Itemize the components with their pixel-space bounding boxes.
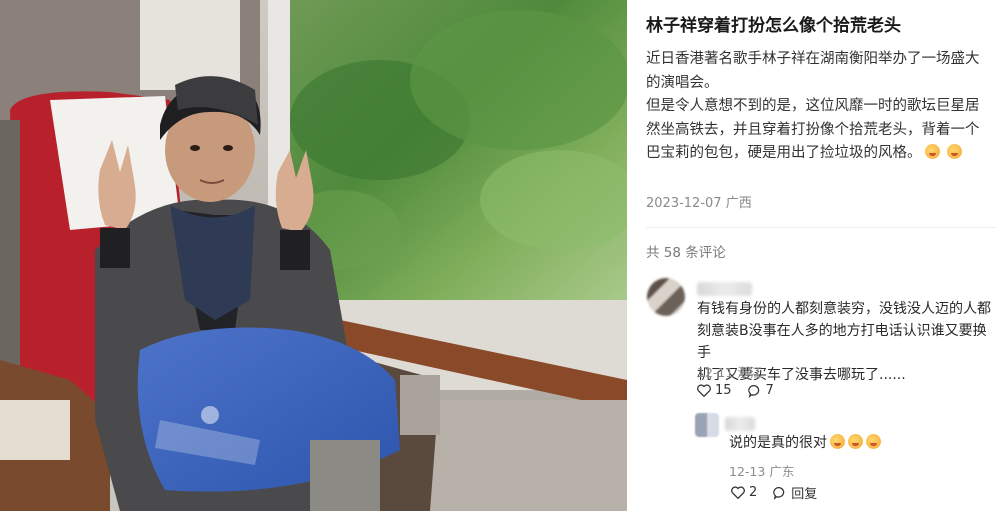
train-seat-photo [0,0,627,511]
comment-line: 刻意装B没事在人多的地方打电话认识谁又要换手 [697,323,987,361]
comment-bubble-icon [773,486,785,500]
post-date: 2023-12-07 [646,196,722,211]
like-button[interactable]: 2 [731,485,757,500]
comment-text: 说的是真的很对 [729,432,881,454]
post-photo[interactable] [0,0,627,511]
divider [646,227,996,228]
avatar[interactable] [647,278,685,316]
comment-actions: 15 7 [697,383,774,398]
post-body-paragraph-1: 近日香港著名歌手林子祥在湖南衡阳举办了一场盛大的演唱会。 [646,51,980,91]
comment-date: 12-13 [729,464,766,479]
crying-laughing-emoji-icon [924,144,940,159]
crying-laughing-emoji-icon [830,434,845,449]
heart-icon [731,486,745,499]
comment-location: 浙江 [737,365,763,380]
comments-count: 共 58 条评论 [646,245,726,261]
avatar[interactable] [695,413,719,437]
comment-date: 12-11 [697,365,734,380]
post-body-paragraph-2: 但是令人意想不到的是，这位风靡一时的歌坛巨星居然坐高铁去，并且穿着打扮像个拾荒老… [646,95,991,166]
heart-icon [697,384,711,397]
post-title: 林子祥穿着打扮怎么像个拾荒老头 [646,16,901,36]
comment-bubble-icon [747,384,759,398]
comment-meta: 12-13 广东 [729,461,794,480]
comment-meta: 12-11 浙江 [697,362,762,381]
crying-laughing-emoji-icon [848,434,863,449]
reply-button[interactable]: 回复 [773,483,817,502]
post-body: 近日香港著名歌手林子祥在湖南衡阳举办了一场盛大的演唱会。 但是令人意想不到的是，… [646,48,991,166]
reply-count: 7 [765,383,774,398]
comment-line: 说的是真的很对 [729,435,827,451]
comment-line: 有钱有身份的人都刻意装穷，没钱没人迈的人都 [697,301,991,317]
like-button[interactable]: 15 [697,383,732,398]
post-content-panel: 林子祥穿着打扮怎么像个拾荒老头 近日香港著名歌手林子祥在湖南衡阳举办了一场盛大的… [627,0,1000,511]
reply-label: 回复 [791,487,818,502]
comment-actions: 2 回复 [731,483,817,502]
crying-laughing-emoji-icon [866,434,881,449]
reply-button[interactable]: 7 [747,383,774,398]
comment-location: 广东 [769,464,795,479]
like-count: 2 [749,485,758,500]
post-meta: 2023-12-07 广西 [646,192,752,211]
commenter-name-blurred[interactable] [725,417,755,431]
like-count: 15 [715,383,732,398]
crying-laughing-emoji-icon [947,144,963,159]
commenter-name-blurred[interactable] [697,282,752,296]
post-location: 广西 [725,196,752,211]
